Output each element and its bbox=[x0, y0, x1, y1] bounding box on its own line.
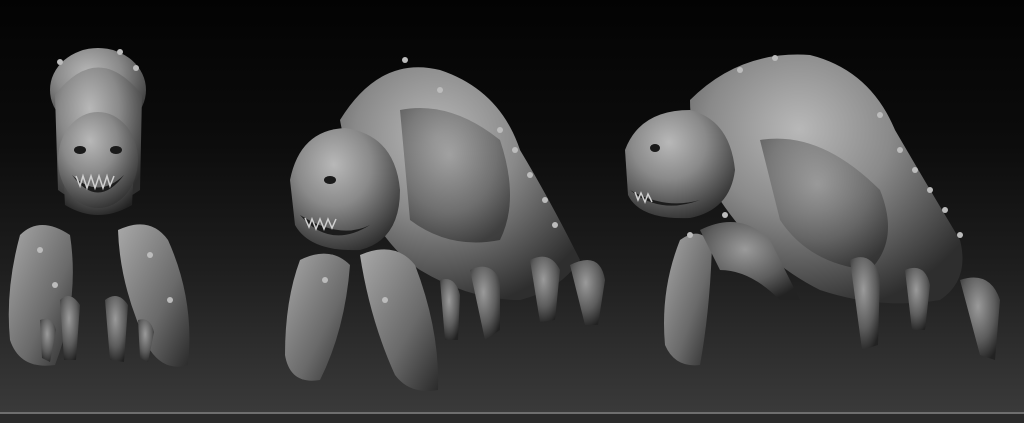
side-view bbox=[625, 54, 1000, 366]
sculpt-render bbox=[8, 48, 1000, 391]
creature-claw-left bbox=[664, 233, 712, 366]
bottom-strip bbox=[0, 414, 1024, 423]
three-quarter-view bbox=[285, 57, 605, 391]
front-view bbox=[8, 48, 190, 367]
creature-claw-right bbox=[118, 224, 190, 367]
creature-head bbox=[58, 112, 138, 208]
render-viewport bbox=[0, 0, 1024, 413]
creature-claw-left bbox=[285, 253, 350, 381]
